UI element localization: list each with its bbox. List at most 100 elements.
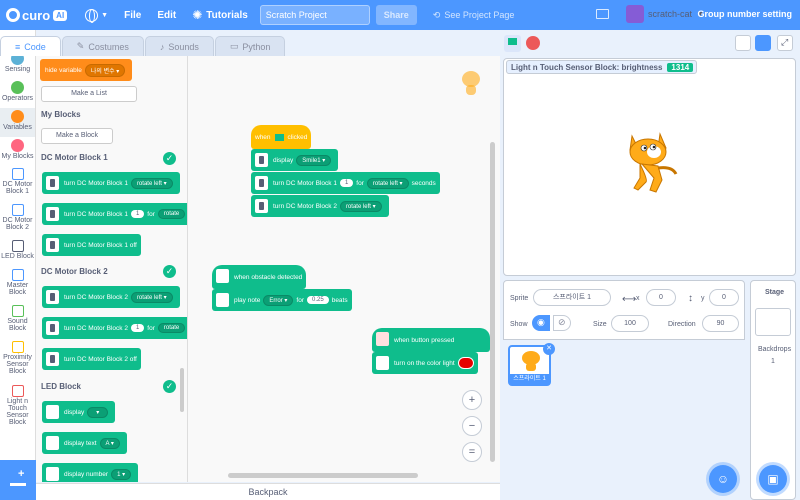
- normal-stage-button[interactable]: [755, 35, 771, 51]
- tab-sounds[interactable]: ♪ Sounds: [144, 36, 214, 56]
- script-vertical-scrollbar[interactable]: [490, 142, 495, 462]
- brightness-monitor: Light n Touch Sensor Block: brightness 1…: [506, 60, 698, 74]
- dropdown-value: rotate left: [136, 294, 162, 301]
- project-title-input[interactable]: [259, 5, 370, 25]
- zoom-reset-button[interactable]: =: [462, 442, 482, 462]
- tab-costumes[interactable]: ✎ Costumes: [61, 36, 144, 56]
- beats-input[interactable]: 0.25: [307, 296, 329, 304]
- palette-block[interactable]: turn DC Motor Block 2 rotate left ▾: [42, 286, 180, 308]
- turn-motor-1-block[interactable]: turn DC Motor Block 1 1 for rotate left …: [251, 172, 440, 194]
- pattern-dropdown[interactable]: ▾: [87, 406, 109, 418]
- sprite-name-field[interactable]: 스프라이트 1: [533, 289, 611, 306]
- palette-block[interactable]: display number 1 ▾: [42, 463, 139, 482]
- folder-icon[interactable]: [596, 9, 609, 19]
- x-field[interactable]: 0: [646, 289, 676, 306]
- tab-python[interactable]: ▭ Python: [214, 36, 286, 56]
- palette-block[interactable]: display text A ▾: [42, 432, 127, 454]
- number-input[interactable]: 1: [339, 179, 354, 187]
- speaker-icon: ♪: [159, 41, 165, 52]
- category-led[interactable]: LED Block: [0, 238, 35, 267]
- direction-dropdown[interactable]: rotate left ▾: [130, 177, 173, 189]
- palette-block[interactable]: turn DC Motor Block 2 1 for rotate: [42, 317, 187, 339]
- stop-button[interactable]: [526, 36, 540, 50]
- palette-scrollbar[interactable]: [180, 368, 184, 412]
- see-project-page-label: See Project Page: [444, 10, 515, 20]
- category-master[interactable]: Master Block: [0, 267, 35, 303]
- display-block[interactable]: display Smile1 ▾: [251, 149, 339, 171]
- direction-dropdown[interactable]: rotate: [157, 323, 186, 333]
- file-menu[interactable]: File: [116, 0, 149, 30]
- category-dc-motor-2[interactable]: DC Motor Block 2: [0, 202, 35, 238]
- see-project-page-button[interactable]: ⟲ See Project Page: [427, 7, 521, 24]
- delete-sprite-button[interactable]: ✕: [543, 343, 555, 355]
- category-my-blocks[interactable]: My Blocks: [0, 137, 35, 166]
- variable-dropdown[interactable]: 나의 변수 ▾: [84, 63, 126, 77]
- dropdown-value: Smile1: [302, 157, 321, 164]
- user-menu[interactable]: scratch-cat ▼: [626, 5, 704, 23]
- edit-menu[interactable]: Edit: [149, 0, 184, 30]
- palette-block[interactable]: turn DC Motor Block 2 off: [42, 348, 141, 370]
- block-label: for: [296, 296, 305, 304]
- share-button[interactable]: Share: [375, 5, 417, 25]
- note-dropdown[interactable]: Error ▾: [263, 294, 294, 306]
- category-proximity[interactable]: Proximity Sensor Block: [0, 339, 35, 383]
- block-label: display: [273, 156, 294, 164]
- block-label: for: [147, 324, 155, 332]
- text-dropdown[interactable]: A ▾: [99, 437, 120, 449]
- block-label: beats: [331, 296, 348, 304]
- color-swatch[interactable]: [457, 357, 474, 369]
- turn-on-light-block[interactable]: turn on the color light: [372, 352, 478, 374]
- category-dc-motor-1[interactable]: DC Motor Block 1: [0, 166, 35, 202]
- number-dropdown[interactable]: 1 ▾: [111, 468, 132, 480]
- scratch-cat-sprite[interactable]: [620, 130, 680, 196]
- curo-logo[interactable]: curo AI: [6, 8, 68, 23]
- direction-dropdown[interactable]: rotate left ▾: [130, 291, 173, 303]
- play-note-block[interactable]: play note Error ▾ for 0.25 beats: [212, 289, 352, 311]
- palette-block[interactable]: display ▾: [42, 401, 116, 423]
- add-extension-button[interactable]: [0, 460, 36, 500]
- language-menu[interactable]: ▼: [77, 0, 116, 30]
- palette-block[interactable]: turn DC Motor Block 1 1 for rotate: [42, 203, 187, 225]
- direction-dropdown[interactable]: rotate left ▾: [366, 177, 409, 189]
- make-list-button[interactable]: Make a List: [41, 86, 137, 102]
- tutorials-menu[interactable]: ✺ Tutorials: [184, 0, 256, 30]
- category-light-touch[interactable]: Light n Touch Sensor Block: [0, 383, 35, 427]
- add-sprite-button[interactable]: ☺: [709, 465, 737, 493]
- green-flag-button[interactable]: [504, 35, 521, 52]
- zoom-out-button[interactable]: −: [462, 416, 482, 436]
- hide-variable-block[interactable]: hide variable 나의 변수 ▾: [40, 59, 133, 81]
- when-obstacle-detected-block[interactable]: when obstacle detected: [212, 265, 307, 289]
- add-backdrop-button[interactable]: ▣: [759, 465, 787, 493]
- direction-dropdown[interactable]: rotate left ▾: [339, 200, 382, 212]
- fullscreen-button[interactable]: ⤢: [777, 35, 793, 51]
- small-stage-button[interactable]: [735, 35, 751, 51]
- tab-code[interactable]: ≡ Code: [0, 36, 61, 56]
- when-flag-clicked-block[interactable]: when clicked: [251, 125, 312, 149]
- category-variables[interactable]: Variables: [0, 108, 35, 137]
- direction-field[interactable]: 90: [702, 315, 739, 332]
- show-button[interactable]: ◉: [532, 315, 550, 331]
- category-sound[interactable]: Sound Block: [0, 303, 35, 339]
- palette-block[interactable]: turn DC Motor Block 1 rotate left ▾: [42, 172, 180, 194]
- zoom-in-icon: +: [468, 394, 476, 406]
- script-horizontal-scrollbar[interactable]: [228, 473, 418, 478]
- direction-dropdown[interactable]: rotate: [157, 209, 186, 219]
- hide-button[interactable]: ⊘: [553, 315, 571, 331]
- turn-motor-2-block[interactable]: turn DC Motor Block 2 rotate left ▾: [251, 195, 389, 217]
- group-number-setting-button[interactable]: Group number setting: [698, 9, 793, 19]
- backpack[interactable]: Backpack: [36, 483, 500, 500]
- block-label: turn DC Motor Block 1: [64, 179, 128, 187]
- variables-dot-icon: [11, 110, 24, 123]
- when-button-pressed-block[interactable]: when button pressed: [372, 328, 490, 352]
- y-field[interactable]: 0: [709, 289, 739, 306]
- category-operators[interactable]: Operators: [0, 79, 35, 108]
- zoom-in-button[interactable]: +: [462, 390, 482, 410]
- size-field[interactable]: 100: [611, 315, 649, 332]
- palette-block[interactable]: turn DC Motor Block 1 off: [42, 234, 141, 256]
- stage-thumbnail[interactable]: [755, 308, 791, 336]
- number-input[interactable]: 1: [130, 210, 145, 218]
- direction-label: Direction: [668, 321, 696, 328]
- make-block-button[interactable]: Make a Block: [41, 128, 113, 144]
- pattern-dropdown[interactable]: Smile1 ▾: [296, 154, 332, 166]
- number-input[interactable]: 1: [130, 324, 145, 332]
